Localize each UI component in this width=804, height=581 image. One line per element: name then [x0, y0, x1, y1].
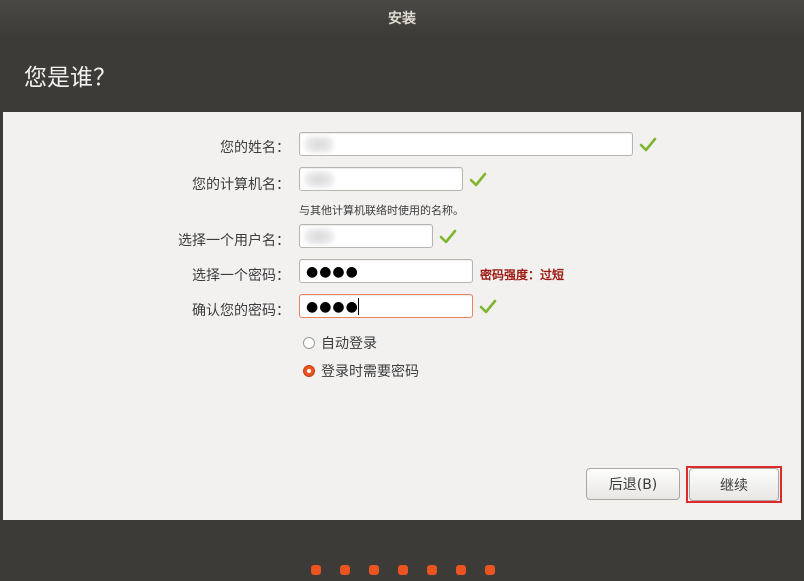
require-password-option[interactable]: 登录时需要密码 [303, 361, 419, 381]
name-valid-check-icon [639, 137, 657, 152]
name-field[interactable] [299, 132, 633, 156]
password-field[interactable]: ●●●● [299, 259, 473, 283]
confirm-password-valid-check-icon [479, 299, 497, 314]
page-header: 您是谁？ [0, 36, 804, 112]
require-password-label: 登录时需要密码 [321, 364, 419, 380]
name-label: 您的姓名： [220, 140, 290, 156]
redacted-name [304, 136, 334, 153]
progress-dot [369, 565, 379, 575]
progress-dot [485, 565, 495, 575]
auto-login-label: 自动登录 [321, 336, 377, 352]
computer-name-hint: 与其他计算机联络时使用的名称。 [299, 204, 464, 217]
continue-highlight: 继续 [686, 466, 782, 503]
redacted-computer-name [304, 171, 334, 188]
password-masked-value: ●●●● [306, 264, 359, 280]
confirm-password-field[interactable]: ●●●● [299, 294, 473, 318]
progress-dot [398, 565, 408, 575]
confirm-password-masked-value: ●●●● [306, 299, 359, 315]
progress-dot [340, 565, 350, 575]
computer-name-label: 您的计算机名： [192, 177, 290, 193]
progress-dot [427, 565, 437, 575]
page-title: 您是谁？ [24, 65, 116, 91]
username-valid-check-icon [439, 229, 457, 244]
window-title: 安装 [0, 0, 804, 36]
username-label: 选择一个用户名： [178, 233, 290, 249]
computer-name-valid-check-icon [469, 172, 487, 187]
form-panel: 您的姓名： 您的计算机名： 与其他计算机联络时使用的名称。 选择一个用户名： 选… [3, 112, 801, 520]
password-label: 选择一个密码： [192, 268, 290, 284]
back-button[interactable]: 后退(B) [586, 468, 680, 500]
progress-dot [311, 565, 321, 575]
continue-button[interactable]: 继续 [689, 468, 779, 501]
password-strength-text: 密码强度：过短 [480, 268, 565, 282]
progress-dots [311, 565, 514, 575]
require-password-radio[interactable] [303, 365, 315, 377]
redacted-username [304, 228, 334, 245]
username-field[interactable] [299, 224, 433, 248]
computer-name-field[interactable] [299, 167, 463, 191]
auto-login-radio[interactable] [303, 337, 315, 349]
auto-login-option[interactable]: 自动登录 [303, 333, 377, 353]
text-cursor [358, 298, 359, 315]
installer-window: 安装 您是谁？ 您的姓名： 您的计算机名： 与其他计算机联络时使用的名称。 选择… [0, 0, 804, 581]
progress-dot [456, 565, 466, 575]
confirm-password-label: 确认您的密码： [192, 303, 290, 319]
